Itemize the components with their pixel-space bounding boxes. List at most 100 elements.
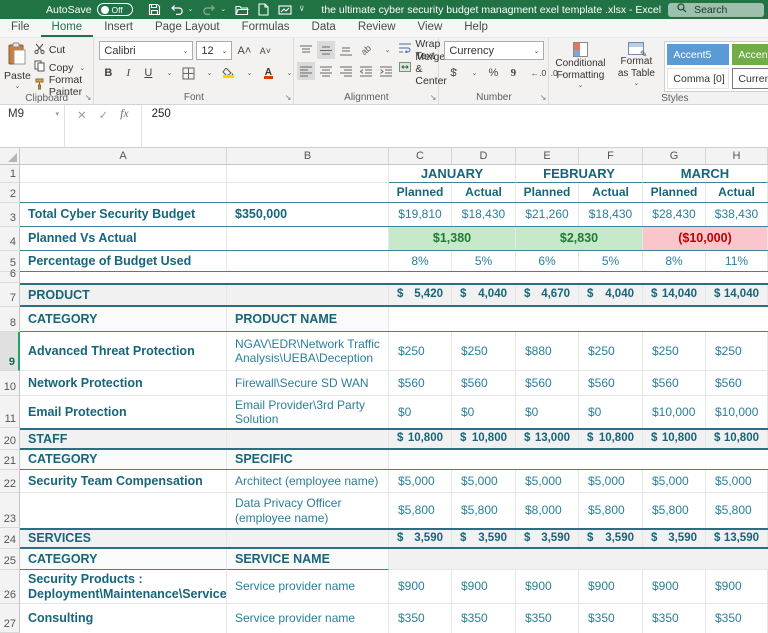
fill-color-dropdown-icon[interactable] (239, 64, 257, 82)
tab-data[interactable]: Data (301, 19, 347, 37)
accounting-format-button[interactable] (444, 64, 462, 82)
cell-A5[interactable]: Percentage of Budget Used (20, 251, 227, 271)
style-chip-accent5[interactable]: Accent5 (667, 44, 729, 65)
enter-icon[interactable]: ✓ (99, 108, 109, 122)
cell-G2[interactable]: Planned (643, 183, 706, 202)
italic-button[interactable] (119, 64, 137, 82)
row-header-20[interactable]: 20 (0, 428, 20, 450)
align-left-button[interactable] (297, 62, 315, 80)
column-header-G[interactable]: G (643, 148, 706, 164)
cell-H5[interactable]: 11% (706, 251, 768, 271)
cell-C7[interactable]: $5,420 (389, 285, 452, 305)
row-header-10[interactable]: 10 (0, 371, 20, 396)
cell-D2[interactable]: Actual (452, 183, 516, 202)
cell-E9[interactable]: $880 (516, 332, 579, 370)
cell-E20[interactable]: $13,000 (516, 430, 579, 448)
cancel-icon[interactable]: ✕ (77, 108, 87, 122)
cell-B7[interactable] (227, 285, 389, 305)
style-chip-accent6[interactable]: Accent6 (732, 44, 768, 65)
autosave-toggle[interactable]: Off (97, 3, 133, 16)
cell-F9[interactable]: $250 (579, 332, 643, 370)
tab-review[interactable]: Review (347, 19, 407, 37)
cell-A11[interactable]: Email Protection (20, 396, 227, 428)
orientation-button[interactable]: ab (357, 41, 375, 59)
cell-B20[interactable] (227, 430, 389, 448)
cell-D9[interactable]: $250 (452, 332, 516, 370)
cell-G9[interactable]: $250 (643, 332, 706, 370)
cell-G27[interactable]: $350 (643, 604, 706, 633)
cell-H22[interactable]: $5,000 (706, 470, 768, 492)
select-all-corner[interactable] (0, 148, 20, 164)
cell-C2[interactable]: Planned (389, 183, 452, 202)
cell-B24[interactable] (227, 530, 389, 547)
column-header-D[interactable]: D (452, 148, 516, 164)
cell-B8[interactable]: PRODUCT NAME (227, 307, 389, 331)
cell-E26[interactable]: $900 (516, 570, 579, 603)
cell-C5[interactable]: 8% (389, 251, 452, 271)
cut-button[interactable]: Cut (34, 42, 93, 57)
cell-D10[interactable]: $560 (452, 371, 516, 395)
cell-B23[interactable]: Data Privacy Officer (employee name) (227, 493, 389, 528)
name-box[interactable]: M9 ▾ (0, 105, 64, 147)
tab-page-layout[interactable]: Page Layout (144, 19, 231, 37)
row-header-9[interactable]: 9 (0, 332, 20, 371)
cell-C10[interactable]: $560 (389, 371, 452, 395)
cell-D23[interactable]: $5,800 (452, 493, 516, 528)
cell-G26[interactable]: $900 (643, 570, 706, 603)
cell-B22[interactable]: Architect (employee name) (227, 470, 389, 492)
cell-B27[interactable]: Service provider name (227, 604, 389, 633)
cell-H26[interactable]: $900 (706, 570, 768, 603)
cell-A20[interactable]: STAFF (20, 430, 227, 448)
cell-A2[interactable] (20, 183, 227, 202)
column-header-H[interactable]: H (706, 148, 768, 164)
top-align-button[interactable] (297, 41, 315, 59)
cell-D3[interactable]: $18,430 (452, 203, 516, 226)
row-header-7[interactable]: 7 (0, 283, 20, 307)
row-header-26[interactable]: 26 (0, 570, 20, 604)
save-icon[interactable] (148, 3, 161, 16)
cell-A4[interactable]: Planned Vs Actual (20, 227, 227, 250)
cell-A27[interactable]: Consulting (20, 604, 227, 633)
row-header-3[interactable]: 3 (0, 203, 20, 227)
cell-A9[interactable]: Advanced Threat Protection (20, 332, 227, 370)
cell-A22[interactable]: Security Team Compensation (20, 470, 227, 492)
borders-dropdown-icon[interactable] (199, 64, 217, 82)
new-file-icon[interactable] (258, 3, 269, 16)
cell-C3[interactable]: $19,810 (389, 203, 452, 226)
increase-font-size-button[interactable] (235, 42, 253, 60)
cell-C22[interactable]: $5,000 (389, 470, 452, 492)
cell-G4[interactable]: ($10,000) (643, 227, 768, 250)
column-header-F[interactable]: F (579, 148, 643, 164)
cell-H11[interactable]: $10,000 (706, 396, 768, 428)
cell-F7[interactable]: $4,040 (579, 285, 643, 305)
cell-F3[interactable]: $18,430 (579, 203, 643, 226)
cell-B26[interactable]: Service provider name (227, 570, 389, 603)
cell-C1[interactable]: JANUARY (389, 165, 516, 183)
cell-B10[interactable]: Firewall\Secure SD WAN (227, 371, 389, 395)
alignment-dialog-launcher-icon[interactable]: ↘ (430, 94, 437, 102)
bold-button[interactable] (99, 64, 117, 82)
orientation-dropdown-icon[interactable] (377, 41, 395, 59)
cell-F26[interactable]: $900 (579, 570, 643, 603)
cell-H10[interactable]: $560 (706, 371, 768, 395)
cell-C9[interactable]: $250 (389, 332, 452, 370)
cell-G22[interactable]: $5,000 (643, 470, 706, 492)
cell-B3[interactable]: $350,000 (227, 203, 389, 226)
style-chip-currency[interactable]: Currency (732, 68, 768, 89)
accounting-dropdown-icon[interactable] (464, 64, 482, 82)
cell-G23[interactable]: $5,800 (643, 493, 706, 528)
fill-color-button[interactable] (219, 64, 237, 82)
cell-G10[interactable]: $560 (643, 371, 706, 395)
cell-H23[interactable]: $5,800 (706, 493, 768, 528)
cell-F22[interactable]: $5,000 (579, 470, 643, 492)
row-header-6[interactable]: 6 (0, 272, 20, 283)
cell-A25[interactable]: CATEGORY (20, 549, 227, 570)
cell-F11[interactable]: $0 (579, 396, 643, 428)
cell-A6[interactable] (20, 272, 768, 283)
cell-E7[interactable]: $4,670 (516, 285, 579, 305)
cell-E1[interactable]: FEBRUARY (516, 165, 643, 183)
cell-C23[interactable]: $5,800 (389, 493, 452, 528)
increase-indent-button[interactable] (377, 62, 395, 80)
cell-F24[interactable]: $3,590 (579, 530, 643, 547)
cell-B1[interactable] (227, 165, 389, 183)
